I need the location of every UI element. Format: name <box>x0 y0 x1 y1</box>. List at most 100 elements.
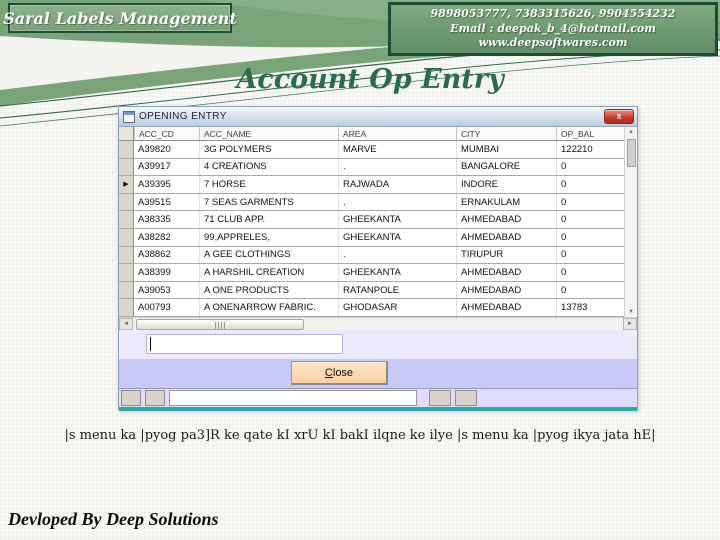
window-title: OPENING ENTRY <box>139 111 227 122</box>
row-selector[interactable]: ▶ <box>119 176 134 193</box>
row-selector[interactable] <box>119 228 134 246</box>
scroll-right-icon[interactable]: ► <box>623 318 637 330</box>
cell-acc-cd: A38335 <box>138 214 171 226</box>
cell-acc-name: A ONENARROW FABRIC. <box>199 299 338 316</box>
footer-credit: Devloped By Deep Solutions <box>8 509 219 529</box>
table-row[interactable]: A00793 A ONENARROW FABRIC. GHODASAR AHME… <box>119 299 624 317</box>
cell-area: . <box>338 158 456 176</box>
row-selector[interactable] <box>119 158 134 176</box>
cell-op-bal: 0 <box>556 246 623 264</box>
cell-area: GHODASAR <box>338 299 456 316</box>
cell-acc-name: 3G POLYMERS <box>199 141 338 158</box>
cell-acc-name: 7 SEAS GARMENTS <box>199 193 338 211</box>
table-row[interactable]: A38335 71 CLUB APP. GHEEKANTA AHMEDABAD … <box>119 211 624 229</box>
cell-acc-cd: A38282 <box>138 231 171 243</box>
scroll-down-icon[interactable]: ▼ <box>628 307 634 317</box>
cell-city: AHMEDABAD <box>456 211 556 228</box>
window-bottom-accent <box>119 407 637 411</box>
row-selector-header <box>119 127 134 140</box>
contact-box: 9898053777, 7383315626, 9904554232 Email… <box>388 2 718 56</box>
row-selector[interactable] <box>119 299 134 316</box>
cell-op-bal: 0 <box>556 211 623 228</box>
vertical-scroll-thumb[interactable] <box>626 139 636 167</box>
table-row[interactable]: A38282 99,APPRELES, GHEEKANTA AHMEDABAD … <box>119 228 624 247</box>
cell-op-bal: 0 <box>556 193 623 211</box>
vertical-scrollbar[interactable]: ▲ ▼ <box>624 127 637 317</box>
slide: Saral Labels Management 9898053777, 7383… <box>0 0 720 540</box>
close-strip: Close <box>119 359 637 388</box>
table-row[interactable]: ▶ A39395 7 HORSE RAJWADA INDORE 0 <box>119 176 624 194</box>
cell-acc-name: A ONE PRODUCTS <box>199 281 338 299</box>
nav-previous-button[interactable] <box>145 390 165 406</box>
hindi-caption: |s menu ka |pyog pa3]R ke qate kI xrU kI… <box>64 428 656 443</box>
cell-city: AHMEDABAD <box>456 281 556 299</box>
cell-op-bal: 0 <box>556 158 623 176</box>
window-titlebar[interactable]: OPENING ENTRY x <box>119 107 637 127</box>
cell-area: . <box>338 246 456 264</box>
cell-city: AHMEDABAD <box>456 264 556 281</box>
cell-acc-name: 71 CLUB APP. <box>199 211 338 228</box>
scroll-left-icon[interactable]: ◄ <box>119 318 133 330</box>
close-button-label: Close <box>324 366 354 379</box>
table-row[interactable]: A38862 A GEE CLOTHINGS . TIRUPUR 0 <box>119 246 624 265</box>
cell-acc-cd: A39515 <box>138 196 171 208</box>
column-header-area[interactable]: AREA <box>338 127 456 140</box>
table-row[interactable]: A39820 3G POLYMERS MARVE MUMBAI 122210 <box>119 141 624 159</box>
cell-op-bal: 122210 <box>556 141 623 158</box>
row-selector[interactable] <box>119 281 134 299</box>
column-header-acc-cd[interactable]: ACC_CD <box>134 127 199 140</box>
cell-acc-name: A HARSHIL CREATION <box>199 264 338 281</box>
column-header-acc-name[interactable]: ACC_NAME <box>199 127 338 140</box>
page-title: Account Op Entry <box>236 64 504 95</box>
horizontal-scroll-thumb[interactable] <box>136 319 304 330</box>
row-selector[interactable] <box>119 211 134 228</box>
contact-email: Email : deepak_b_4@hotmail.com <box>450 21 656 35</box>
row-selector[interactable] <box>119 141 134 158</box>
record-navigator <box>119 388 637 407</box>
grid-header-row: ACC_CD ACC_NAME AREA CITY OP_BAL <box>119 127 624 141</box>
cell-acc-cd: A39917 <box>138 161 171 173</box>
table-row[interactable]: A39515 7 SEAS GARMENTS . ERNAKULAM 0 <box>119 193 624 212</box>
search-input[interactable] <box>146 334 343 354</box>
window-close-button[interactable]: x <box>604 109 634 124</box>
cell-op-bal: 0 <box>556 264 623 281</box>
opening-entry-window: OPENING ENTRY x ACC_CD ACC_NAME AREA CIT… <box>118 106 638 411</box>
cell-acc-cd: A38862 <box>138 249 171 261</box>
nav-last-button[interactable] <box>455 390 477 406</box>
cell-op-bal: 0 <box>556 228 623 246</box>
cell-op-bal: 0 <box>556 281 623 299</box>
cell-acc-cd: A00793 <box>138 302 171 314</box>
nav-record-box[interactable] <box>169 390 417 406</box>
row-selector[interactable] <box>119 246 134 264</box>
cell-acc-name: 7 HORSE <box>199 176 338 193</box>
cell-area: . <box>338 193 456 211</box>
data-grid: ACC_CD ACC_NAME AREA CITY OP_BAL A39820 … <box>119 127 637 317</box>
cell-acc-name: A GEE CLOTHINGS <box>199 246 338 264</box>
table-row[interactable]: A39053 A ONE PRODUCTS RATANPOLE AHMEDABA… <box>119 281 624 300</box>
row-selector[interactable] <box>119 264 134 281</box>
nav-next-button[interactable] <box>429 390 451 406</box>
contact-website: www.deepsoftwares.com <box>478 36 628 50</box>
brand-box: Saral Labels Management <box>3 3 237 33</box>
cell-city: INDORE <box>456 176 556 193</box>
table-row[interactable]: A38399 A HARSHIL CREATION GHEEKANTA AHME… <box>119 264 624 282</box>
cell-area: RAJWADA <box>338 176 456 193</box>
scroll-up-icon[interactable]: ▲ <box>628 127 634 137</box>
form-icon <box>123 110 135 123</box>
close-button[interactable]: Close <box>291 361 388 385</box>
column-header-op-bal[interactable]: OP_BAL <box>556 127 623 140</box>
brand-title: Saral Labels Management <box>3 8 237 28</box>
cell-area: GHEEKANTA <box>338 211 456 228</box>
nav-first-button[interactable] <box>121 390 141 406</box>
cell-area: GHEEKANTA <box>338 228 456 246</box>
cell-area: MARVE <box>338 141 456 158</box>
column-header-city[interactable]: CITY <box>456 127 556 140</box>
cell-city: TIRUPUR <box>456 246 556 264</box>
text-caret <box>150 337 151 351</box>
row-selector[interactable] <box>119 193 134 211</box>
table-row[interactable]: A39917 4 CREATIONS . BANGALORE 0 <box>119 158 624 177</box>
cell-city: AHMEDABAD <box>456 228 556 246</box>
horizontal-scrollbar[interactable]: ◄ ► <box>119 317 637 330</box>
cell-city: AHMEDABAD <box>456 299 556 316</box>
cell-city: MUMBAI <box>456 141 556 158</box>
